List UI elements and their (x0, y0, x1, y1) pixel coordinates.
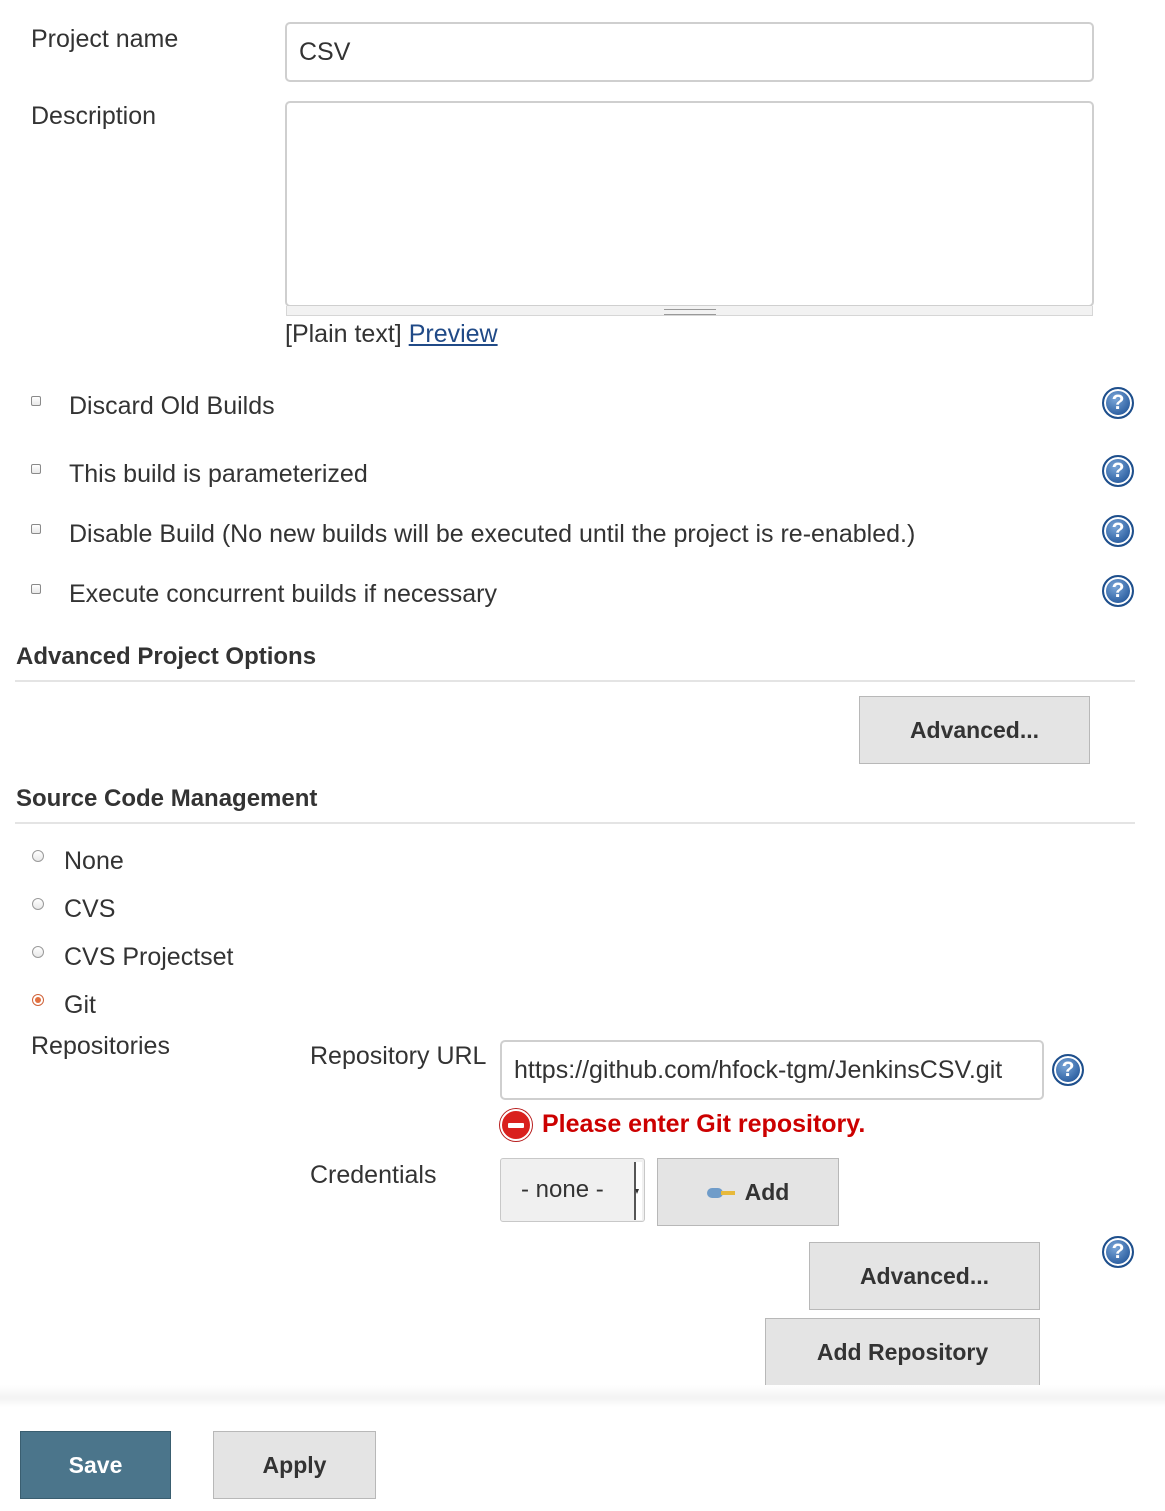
description-label: Description (31, 102, 157, 130)
scm-cvs-label: CVS (64, 895, 116, 923)
scm-cvs-radio[interactable] (32, 898, 44, 910)
add-repository-button[interactable]: Add Repository (765, 1318, 1040, 1386)
section-divider (15, 680, 1135, 682)
concurrent-builds-checkbox[interactable] (31, 584, 41, 594)
plain-text-label: [Plain text] (285, 320, 402, 348)
disable-build-checkbox[interactable] (31, 524, 41, 534)
help-icon[interactable]: ? (1102, 515, 1134, 547)
credentials-select[interactable]: - none - (500, 1158, 645, 1222)
add-credentials-label: Add (744, 1178, 790, 1205)
project-name-input[interactable]: CSV (285, 22, 1094, 82)
parameterized-checkbox[interactable] (31, 464, 41, 474)
scm-cvs-projectset-radio[interactable] (32, 946, 44, 958)
scroll-fade (0, 1385, 1165, 1407)
description-format: [Plain text] Preview (285, 319, 498, 349)
preview-link[interactable]: Preview (409, 320, 498, 348)
section-divider (15, 822, 1135, 824)
help-icon[interactable]: ? (1102, 455, 1134, 487)
scm-git-label: Git (64, 991, 96, 1019)
project-name-label: Project name (31, 25, 179, 53)
scm-none-label: None (64, 847, 124, 875)
scm-git-radio[interactable] (32, 994, 44, 1006)
concurrent-builds-label: Execute concurrent builds if necessary (69, 580, 497, 608)
scm-cvs-projectset-label: CVS Projectset (64, 943, 234, 971)
disable-build-label: Disable Build (No new builds will be exe… (69, 520, 916, 548)
repositories-label: Repositories (31, 1032, 170, 1060)
add-credentials-button[interactable]: Add (657, 1158, 839, 1226)
repository-url-label: Repository URL (310, 1042, 487, 1070)
help-icon[interactable]: ? (1052, 1054, 1084, 1086)
help-icon[interactable]: ? (1102, 387, 1134, 419)
help-icon[interactable]: ? (1102, 1236, 1134, 1268)
scm-title: Source Code Management (16, 785, 318, 812)
credentials-selected-value: - none - (521, 1176, 604, 1203)
credentials-label: Credentials (310, 1161, 437, 1189)
apply-button[interactable]: Apply (213, 1431, 376, 1499)
discard-old-builds-label: Discard Old Builds (69, 392, 275, 420)
repository-error-message: Please enter Git repository. (542, 1110, 866, 1138)
save-button[interactable]: Save (20, 1431, 171, 1499)
key-icon (706, 1182, 737, 1202)
parameterized-label: This build is parameterized (69, 460, 368, 488)
chevron-down-icon (634, 1162, 642, 1220)
error-icon (500, 1109, 532, 1141)
discard-old-builds-checkbox[interactable] (31, 396, 41, 406)
scm-none-radio[interactable] (32, 850, 44, 862)
advanced-project-options-title: Advanced Project Options (16, 643, 317, 670)
scm-advanced-button[interactable]: Advanced... (809, 1242, 1040, 1310)
help-icon[interactable]: ? (1102, 575, 1134, 607)
repository-url-input[interactable]: https://github.com/hfock-tgm/JenkinsCSV.… (500, 1040, 1044, 1100)
description-textarea[interactable] (285, 101, 1094, 307)
textarea-resize-handle[interactable] (286, 306, 1093, 316)
advanced-project-options-button[interactable]: Advanced... (859, 696, 1090, 764)
